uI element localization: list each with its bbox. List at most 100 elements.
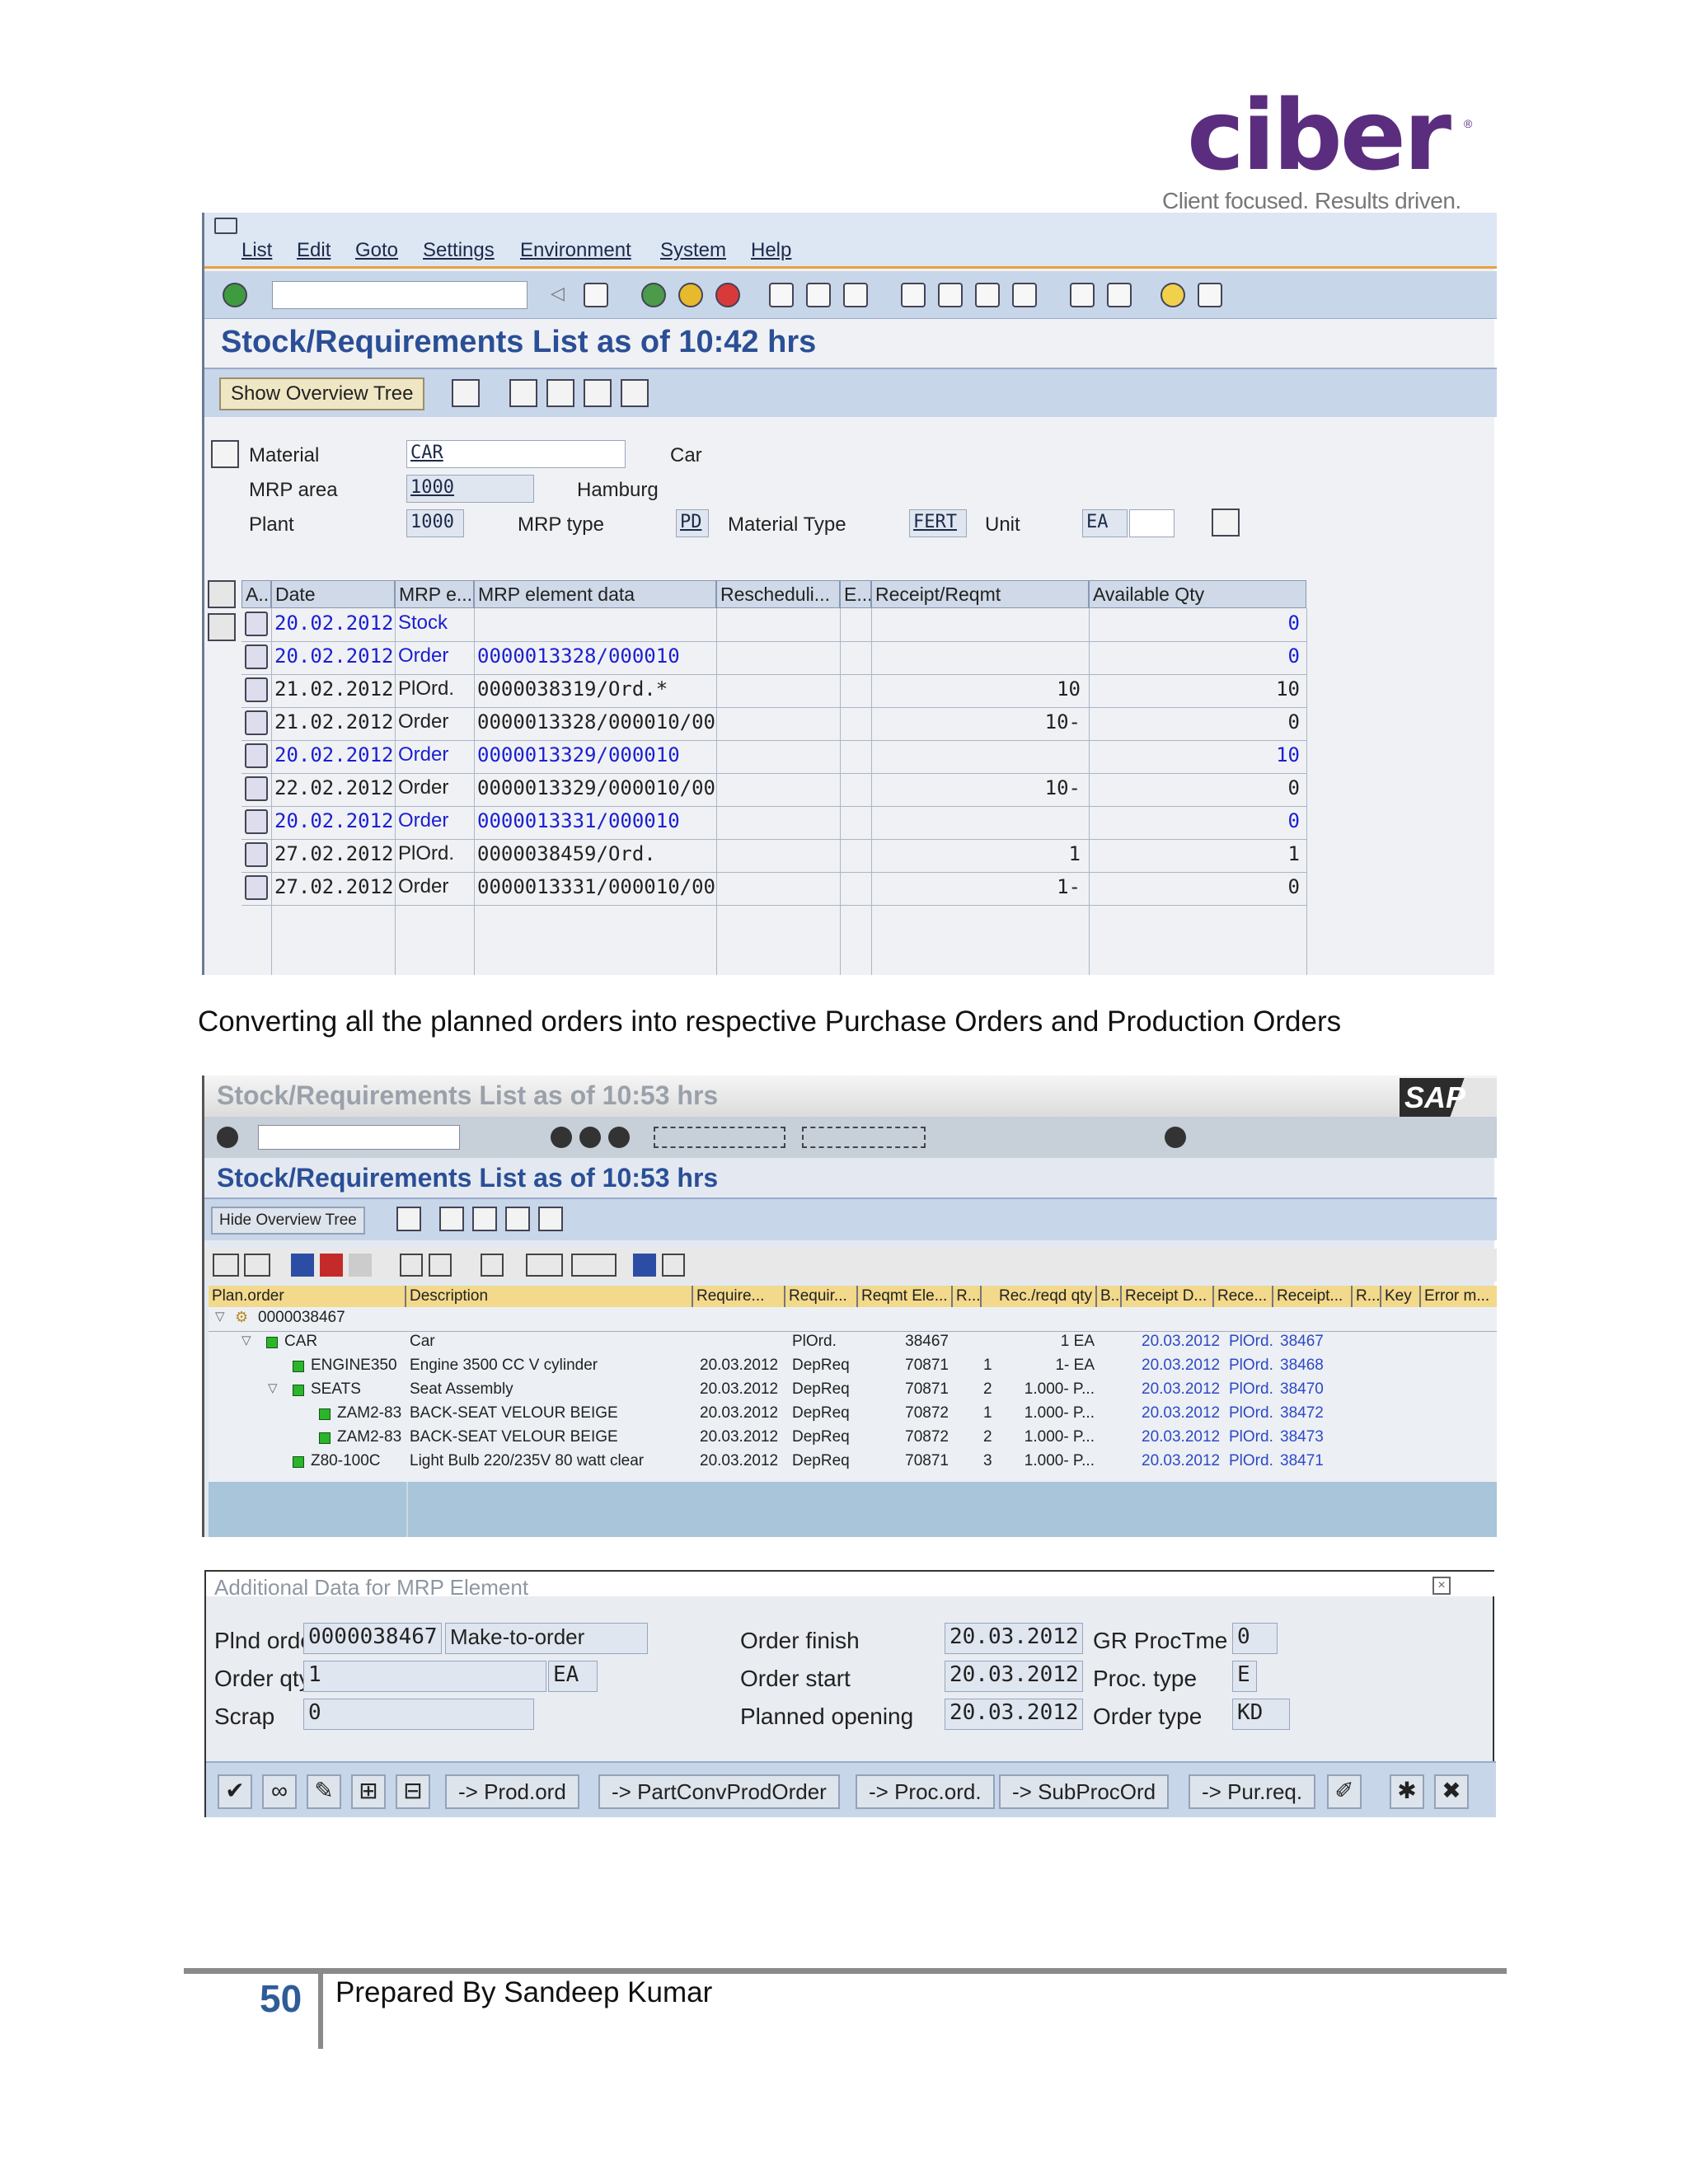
col-header-receipt-date[interactable]: Receipt D... [1122,1286,1214,1307]
order-finish-field[interactable]: 20.03.2012 [945,1623,1083,1654]
mrp-area-field[interactable]: 1000 [406,475,534,503]
sum-icon[interactable] [208,580,236,608]
material-type-field[interactable]: FERT [909,509,967,537]
prod-ord-button[interactable]: -> Prod.ord [445,1774,579,1809]
col-header-description[interactable]: Description [406,1286,693,1307]
row-detail-magnifier-icon[interactable] [245,612,268,636]
pur-req-button[interactable]: -> Pur.req. [1189,1774,1316,1809]
details-icon[interactable] [662,1254,685,1277]
material-field[interactable]: CAR [406,440,626,468]
back-arrow-icon[interactable]: ◁ [551,283,575,307]
edit-icon[interactable] [1212,509,1240,537]
refresh-icon[interactable] [439,1207,464,1231]
col-header-rec-reqd-qty[interactable]: Rec./reqd qty [982,1286,1097,1307]
col-header-reqmt-ele[interactable]: Reqmt Ele... [858,1286,953,1307]
col-header-key[interactable]: Key [1381,1286,1421,1307]
select-layout-icon[interactable] [208,613,236,641]
col-header-mrp-element-data[interactable]: MRP element data [474,580,716,608]
row-detail-magnifier-icon[interactable] [245,875,268,900]
row-detail-magnifier-icon[interactable] [245,743,268,768]
tree-row-node[interactable]: ZAM2-83 [337,1428,401,1446]
tree-structure-icon[interactable] [244,1254,270,1277]
menu-help[interactable]: Help [751,239,791,262]
tree-expand-toggle-icon[interactable]: ▽ [268,1380,278,1395]
last-page-icon[interactable] [1012,283,1037,307]
edit-document-icon[interactable]: ✐ [1327,1774,1362,1809]
new-session-icon[interactable]: ✱ [1390,1774,1424,1809]
settings-icon[interactable] [505,1207,530,1231]
next-page-icon[interactable] [975,283,1000,307]
order-start-field[interactable]: 20.03.2012 [945,1661,1083,1692]
col-header-date[interactable]: Date [271,580,395,608]
window-menu-icon[interactable] [214,218,237,234]
find-icon[interactable] [806,283,831,307]
sub-proc-ord-button[interactable]: -> SubProcOrd [999,1774,1170,1809]
row-detail-magnifier-icon[interactable] [245,677,268,702]
toolbar-icon-group[interactable] [654,1127,785,1148]
help-icon[interactable] [1160,283,1185,307]
unit-field[interactable]: EA [1082,509,1128,537]
save-icon[interactable] [584,283,608,307]
proc-ord-button[interactable]: -> Proc.ord. [856,1774,995,1809]
person-icon[interactable] [396,1207,421,1231]
row-detail-magnifier-icon[interactable] [245,809,268,834]
col-header-available-qty[interactable]: Available Qty [1089,580,1306,608]
menu-goto[interactable]: Goto [355,239,398,262]
order-type-field[interactable]: KD [1232,1699,1290,1730]
edit-pencil-icon[interactable]: ✎ [307,1774,341,1809]
col-header-b[interactable]: B... [1097,1286,1122,1307]
material-tree-icon[interactable] [211,440,239,468]
hide-overview-tree-button[interactable]: Hide Overview Tree [211,1207,365,1235]
hierarchy-icon[interactable]: ⊞ [351,1774,386,1809]
filter-icon[interactable] [472,1207,497,1231]
find-icon[interactable] [481,1254,504,1277]
col-header-a[interactable]: A... [241,580,271,608]
person-icon[interactable] [452,379,480,407]
col-header-r[interactable]: R... [953,1286,982,1307]
row-detail-magnifier-icon[interactable] [245,644,268,669]
structure-icon[interactable]: ⊟ [396,1774,430,1809]
create-session-icon[interactable] [1070,283,1095,307]
col-header-receipt[interactable]: Receipt... [1273,1286,1353,1307]
col-header-plan-order[interactable]: Plan.order [209,1286,406,1307]
back-icon[interactable] [641,283,666,307]
find-next-icon[interactable] [843,283,868,307]
print-icon[interactable] [526,1254,563,1277]
cancel-icon[interactable] [715,283,740,307]
back-icon[interactable] [551,1127,572,1148]
info-icon[interactable] [633,1254,656,1277]
row-detail-magnifier-icon[interactable] [245,710,268,735]
planned-opening-field[interactable]: 20.03.2012 [945,1699,1083,1730]
previous-page-icon[interactable] [938,283,963,307]
shortcut-icon[interactable] [1107,283,1132,307]
enter-check-icon[interactable] [217,1127,238,1148]
refresh-list-icon[interactable] [291,1254,314,1277]
filter-icon[interactable] [546,379,574,407]
tree-expand-toggle-icon[interactable]: ▽ [215,1309,225,1324]
show-overview-tree-button[interactable]: Show Overview Tree [219,377,425,410]
enter-check-icon[interactable] [223,283,247,307]
col-header-error[interactable]: Error m... [1421,1286,1497,1307]
layout-icon[interactable] [621,379,649,407]
sort-up-icon[interactable] [429,1254,452,1277]
confirm-check-icon[interactable]: ✔ [218,1774,252,1809]
tree-row-node[interactable]: SEATS [311,1380,361,1399]
tree-row-node[interactable]: Z80-100C [311,1452,381,1470]
command-field[interactable] [272,281,528,309]
menu-list[interactable]: List [241,239,272,262]
export-icon[interactable] [571,1254,617,1277]
tree-row-node[interactable]: ZAM2-83 [337,1404,401,1422]
layout-icon[interactable] [538,1207,563,1231]
cancel-icon[interactable] [608,1127,630,1148]
menu-settings[interactable]: Settings [423,239,495,262]
row-detail-magnifier-icon[interactable] [245,776,268,801]
layout-menu-icon[interactable] [1198,283,1222,307]
tree-row-node[interactable]: CAR [284,1333,317,1351]
help-icon[interactable] [1165,1127,1186,1148]
menu-edit[interactable]: Edit [297,239,331,262]
tree-row-node[interactable]: ENGINE350 [311,1357,397,1375]
scrap-field[interactable]: 0 [303,1699,534,1730]
print-icon[interactable] [769,283,794,307]
command-field[interactable] [258,1125,460,1150]
sort-down-icon[interactable] [400,1254,423,1277]
